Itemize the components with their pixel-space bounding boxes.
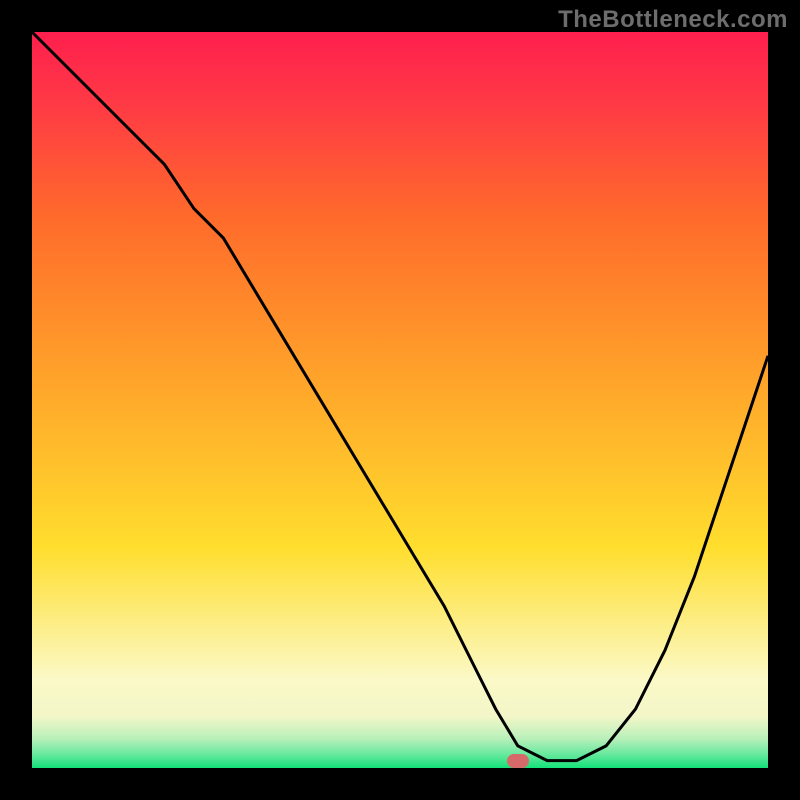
optimal-marker <box>507 754 529 768</box>
chart-stage: TheBottleneck.com <box>0 0 800 800</box>
watermark-text: TheBottleneck.com <box>558 6 788 34</box>
plot-area <box>32 32 768 768</box>
plot-svg <box>32 32 768 768</box>
